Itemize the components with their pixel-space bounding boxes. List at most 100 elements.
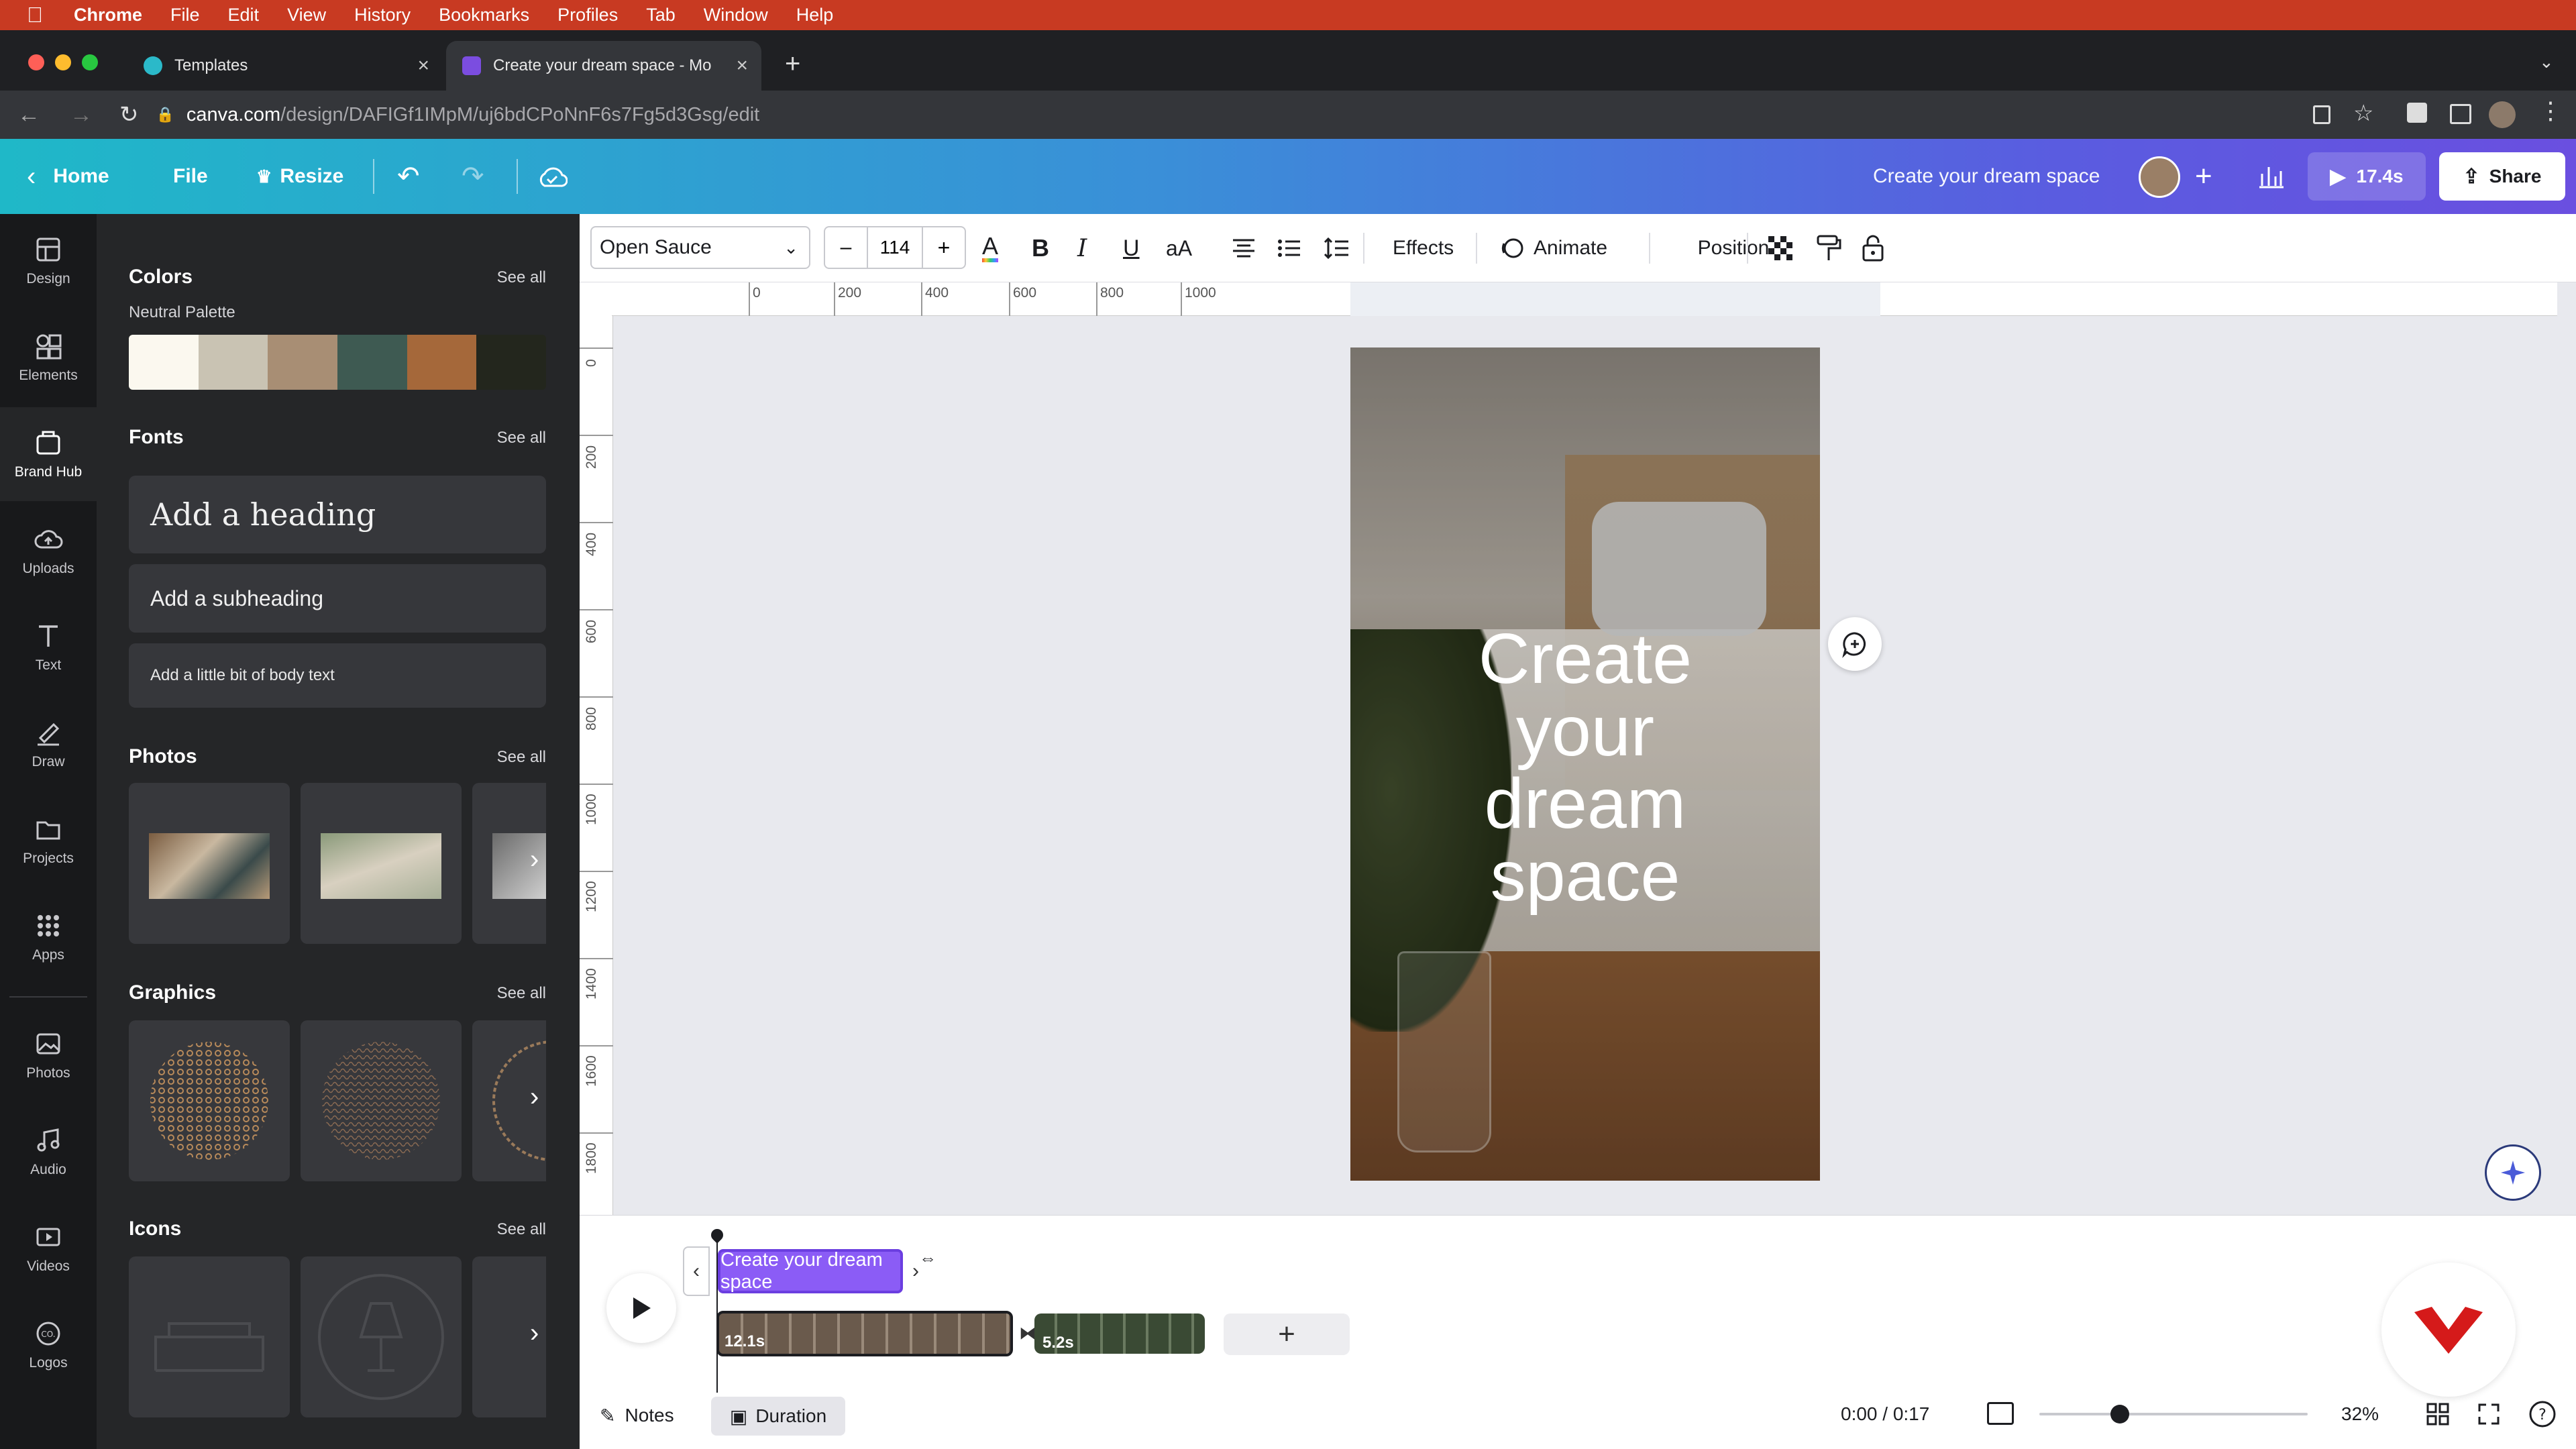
resize-button[interactable]: ♛ Resize xyxy=(256,139,343,214)
side-panel-icon[interactable] xyxy=(2450,104,2471,124)
add-collaborator-icon[interactable]: + xyxy=(2195,139,2212,214)
rail-logos[interactable]: CO. Logos xyxy=(0,1298,97,1392)
menu-profiles[interactable]: Profiles xyxy=(557,5,618,25)
design-title[interactable]: Create your dream space xyxy=(1873,139,2100,214)
color-swatch[interactable] xyxy=(337,335,407,390)
bookmark-star-icon[interactable]: ☆ xyxy=(2353,100,2373,127)
effects-button[interactable]: Effects xyxy=(1393,214,1454,282)
rail-design[interactable]: Design xyxy=(0,214,97,308)
lock-button[interactable] xyxy=(1860,214,1886,282)
play-timeline-button[interactable] xyxy=(606,1273,676,1343)
bold-button[interactable]: B xyxy=(1032,214,1049,282)
menu-chrome[interactable]: Chrome xyxy=(74,5,142,25)
scene-clip-1[interactable]: 12.1s xyxy=(716,1311,1013,1356)
photo-thumbnail[interactable] xyxy=(129,783,290,944)
duration-button[interactable]: ▣ Duration xyxy=(711,1397,845,1436)
letter-case-button[interactable]: aA xyxy=(1166,214,1192,282)
design-page[interactable]: Create your dream space xyxy=(1350,347,1820,1181)
scene-clip-2[interactable]: 5.2s xyxy=(1034,1313,1205,1354)
zoom-level[interactable]: 32% xyxy=(2341,1403,2379,1425)
color-swatch[interactable] xyxy=(476,335,546,390)
brand-logo[interactable] xyxy=(2381,1263,2516,1397)
help-icon[interactable]: ? xyxy=(2528,1399,2557,1429)
home-button[interactable]: ‹ Home xyxy=(27,139,109,214)
new-tab-icon[interactable]: + xyxy=(785,49,800,79)
forward-icon[interactable]: → xyxy=(70,102,93,128)
lamp-icon[interactable] xyxy=(301,1256,462,1417)
text-clip[interactable]: Create your dream space xyxy=(718,1249,903,1293)
add-heading-button[interactable]: Add a heading xyxy=(129,476,546,553)
spacing-button[interactable] xyxy=(1323,214,1350,282)
zoom-slider-knob[interactable] xyxy=(2110,1405,2129,1424)
apple-icon[interactable]:  xyxy=(27,3,43,28)
font-size-input[interactable]: 114 xyxy=(868,237,922,258)
align-center-button[interactable] xyxy=(1230,214,1257,282)
menu-edit[interactable]: Edit xyxy=(228,5,260,25)
reload-icon[interactable]: ↻ xyxy=(119,101,139,128)
maximize-window-button[interactable] xyxy=(82,54,98,70)
present-button[interactable]: ▶ 17.4s xyxy=(2308,152,2426,201)
clip-trim-left-icon[interactable]: ‹ xyxy=(683,1246,710,1296)
color-swatch[interactable] xyxy=(268,335,338,390)
back-icon[interactable]: ← xyxy=(17,102,40,128)
sofa-icon[interactable] xyxy=(129,1256,290,1417)
browser-tab-templates[interactable]: Templates × xyxy=(127,41,443,91)
zoom-slider[interactable] xyxy=(2039,1405,2308,1424)
menu-view[interactable]: View xyxy=(287,5,326,25)
rail-draw[interactable]: Draw xyxy=(0,697,97,791)
graphic-thumbnail[interactable] xyxy=(129,1020,290,1181)
menu-help[interactable]: Help xyxy=(796,5,834,25)
graphic-thumbnail[interactable] xyxy=(301,1020,462,1181)
minimize-window-button[interactable] xyxy=(55,54,71,70)
redo-icon[interactable]: ↷ xyxy=(462,139,484,214)
photos-see-all-link[interactable]: See all xyxy=(497,748,546,767)
color-swatch[interactable] xyxy=(129,335,199,390)
profile-avatar[interactable] xyxy=(2489,101,2516,128)
headline-text[interactable]: Create your dream space xyxy=(1350,623,1820,912)
menu-file[interactable]: File xyxy=(170,5,200,25)
graphics-see-all-link[interactable]: See all xyxy=(497,984,546,1003)
font-family-dropdown[interactable]: Open Sauce ⌄ xyxy=(590,226,810,269)
copy-style-button[interactable] xyxy=(1815,214,1842,282)
extensions-icon[interactable] xyxy=(2407,103,2427,123)
icons-see-all-link[interactable]: See all xyxy=(497,1220,546,1239)
insights-button[interactable] xyxy=(2253,159,2290,194)
undo-icon[interactable]: ↶ xyxy=(397,139,420,214)
menu-window[interactable]: Window xyxy=(704,5,768,25)
icons-next-arrow-icon[interactable]: › xyxy=(530,1318,539,1348)
decrease-font-size-button[interactable]: – xyxy=(825,227,868,268)
more-menu-icon[interactable]: ⋮ xyxy=(2538,99,2563,123)
close-tab-icon[interactable]: × xyxy=(736,54,748,77)
colors-see-all-link[interactable]: See all xyxy=(497,268,546,287)
photos-next-arrow-icon[interactable]: › xyxy=(530,845,539,875)
color-swatch[interactable] xyxy=(407,335,477,390)
tab-search-chevron-icon[interactable]: ⌄ xyxy=(2539,52,2554,72)
color-swatch[interactable] xyxy=(198,335,268,390)
rail-uploads[interactable]: Uploads xyxy=(0,504,97,598)
rail-text[interactable]: Text xyxy=(0,600,97,694)
animate-button[interactable]: Animate xyxy=(1500,214,1607,282)
transparency-button[interactable] xyxy=(1767,214,1794,282)
rail-audio[interactable]: Audio xyxy=(0,1105,97,1199)
rail-apps[interactable]: Apps xyxy=(0,890,97,984)
font-size-stepper[interactable]: – 114 + xyxy=(824,226,966,269)
add-body-text-button[interactable]: Add a little bit of body text xyxy=(129,643,546,708)
rail-projects[interactable]: Projects xyxy=(0,794,97,888)
underline-button[interactable]: U xyxy=(1123,214,1140,282)
menu-tab[interactable]: Tab xyxy=(646,5,676,25)
add-subheading-button[interactable]: Add a subheading xyxy=(129,564,546,633)
text-color-button[interactable]: A xyxy=(982,214,999,282)
rail-elements[interactable]: Elements xyxy=(0,311,97,405)
notes-button[interactable]: ✎ Notes xyxy=(600,1397,674,1434)
increase-font-size-button[interactable]: + xyxy=(922,227,965,268)
grid-view-icon[interactable] xyxy=(2426,1402,2450,1426)
file-menu-button[interactable]: File xyxy=(173,139,208,214)
rail-videos[interactable]: Videos xyxy=(0,1201,97,1295)
browser-tab-design[interactable]: Create your dream space - Mo × xyxy=(446,41,761,91)
menu-bookmarks[interactable]: Bookmarks xyxy=(439,5,529,25)
close-window-button[interactable] xyxy=(28,54,44,70)
menu-history[interactable]: History xyxy=(354,5,411,25)
magic-assistant-button[interactable] xyxy=(2485,1144,2541,1201)
fullscreen-icon[interactable] xyxy=(2477,1402,2501,1426)
close-tab-icon[interactable]: × xyxy=(417,54,429,77)
